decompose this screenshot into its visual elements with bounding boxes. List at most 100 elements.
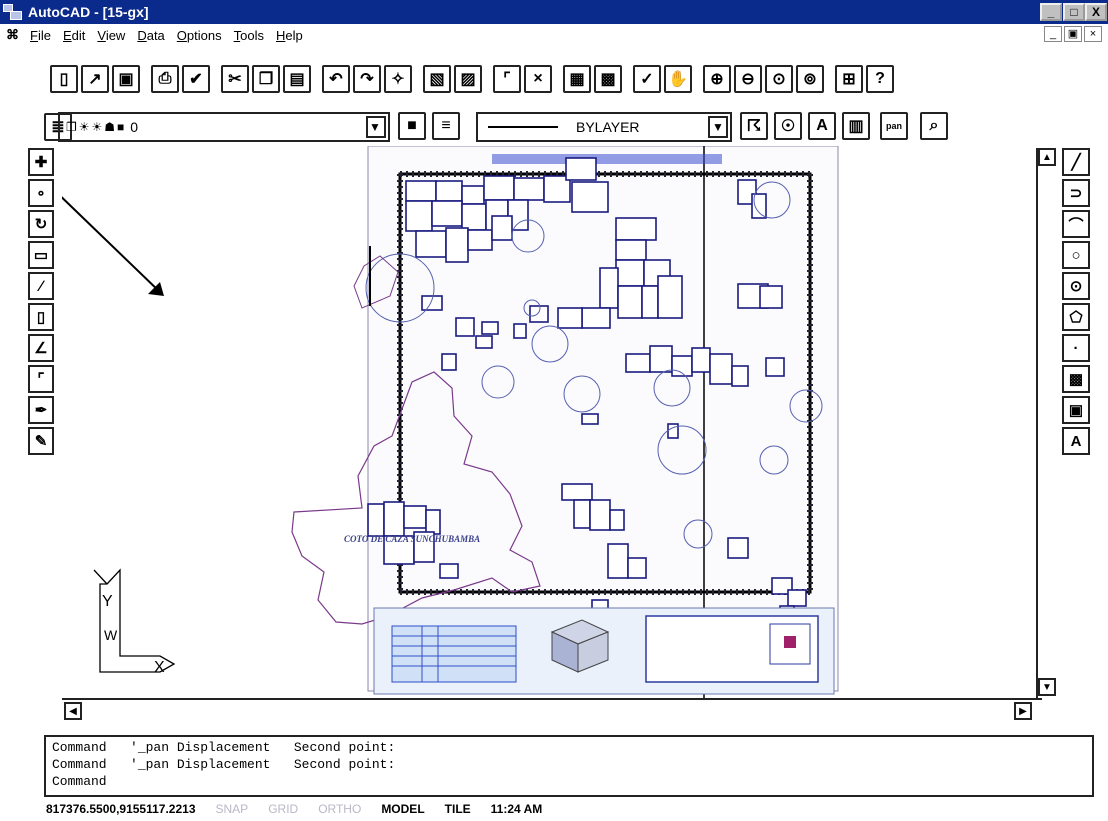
point-icon[interactable]: · [1062, 334, 1090, 362]
ortho-toggle[interactable]: ORTHO [318, 802, 361, 820]
scroll-right-icon[interactable]: ▶ [1014, 702, 1032, 720]
polygon-icon[interactable]: ⬠ [1062, 303, 1090, 331]
chevron-down-icon[interactable]: ▼ [708, 116, 728, 138]
properties-icon[interactable]: ✓ [633, 65, 661, 93]
cut-icon[interactable]: ✂ [221, 65, 249, 93]
scroll-down-icon[interactable]: ▼ [1038, 678, 1056, 696]
save-icon[interactable]: ▣ [112, 65, 140, 93]
index-map-highlight [784, 636, 796, 648]
chamfer-icon[interactable]: ∠ [28, 334, 54, 362]
annotation-arrow-line [49, 185, 163, 295]
menu-options[interactable]: Options [177, 28, 222, 43]
arc-icon[interactable]: ⌒ [1062, 210, 1090, 238]
copy-icon[interactable]: ❐ [252, 65, 280, 93]
linetype-name: BYLAYER [576, 119, 640, 135]
list-icon[interactable]: ▥ [842, 112, 870, 140]
cursor-coordinates: 817376.5500,9155117.2213 [46, 802, 196, 816]
legend-table [391, 625, 517, 683]
print-icon[interactable]: ⎙ [151, 65, 179, 93]
linetype-dropdown[interactable]: BYLAYER ▼ [476, 112, 732, 142]
command-window[interactable]: Command '_pan Displacement Second point:… [44, 735, 1094, 797]
tiled-viewports-icon[interactable]: ⊞ [835, 65, 863, 93]
pan-icon[interactable]: pan [880, 112, 908, 140]
horizontal-scrollbar[interactable]: ◀ ▶ [62, 698, 1042, 720]
multiline-text-icon[interactable]: A [1062, 427, 1090, 455]
block-icon[interactable]: ▩ [594, 65, 622, 93]
model-toggle[interactable]: MODEL [381, 802, 424, 820]
layer-state-icons: ❐☀☀☗■ [66, 120, 127, 134]
copy-object-icon[interactable]: ∘ [28, 179, 54, 207]
menu-tools[interactable]: Tools [234, 28, 264, 43]
zoom-window-icon[interactable]: ⊙ [765, 65, 793, 93]
scroll-left-icon[interactable]: ◀ [64, 702, 82, 720]
point-icon[interactable]: × [524, 65, 552, 93]
menu-data[interactable]: Data [137, 28, 164, 43]
redraw-icon[interactable]: ▦ [563, 65, 591, 93]
object-snap-icon[interactable]: ✧ [384, 65, 412, 93]
match-properties-icon[interactable]: ☈ [740, 112, 768, 140]
clock: 11:24 AM [490, 802, 543, 816]
line-icon[interactable]: ╱ [1062, 148, 1090, 176]
menu-view[interactable]: View [97, 28, 125, 43]
drawing-canvas[interactable]: COTO DE CAZA SUNCHUBAMBA Y W X [49, 145, 1042, 701]
menu-edit[interactable]: Edit [63, 28, 85, 43]
open-file-icon[interactable]: ↗ [81, 65, 109, 93]
explode-icon[interactable]: ✎ [28, 427, 54, 455]
zoom-icon[interactable]: ⌕ [920, 112, 948, 140]
scroll-up-icon[interactable]: ▲ [1038, 148, 1056, 166]
fillet-icon[interactable]: ⌜ [28, 365, 54, 393]
tile-toggle[interactable]: TILE [445, 802, 471, 820]
rotate-icon[interactable]: ↻ [28, 210, 54, 238]
close-button[interactable]: X [1085, 3, 1107, 21]
command-prompt[interactable]: Command [52, 773, 1086, 790]
edit-polyline-icon[interactable]: ✒ [28, 396, 54, 424]
menu-file[interactable]: File [30, 28, 51, 43]
ucs-y-label: Y [102, 593, 113, 610]
pan-realtime-icon[interactable]: ✋ [664, 65, 692, 93]
new-file-icon[interactable]: ▯ [50, 65, 78, 93]
break-icon[interactable]: ▯ [28, 303, 54, 331]
spelling-icon[interactable]: ✔ [182, 65, 210, 93]
linetype-icon[interactable]: ≡ [432, 112, 460, 140]
document-icon[interactable]: ⌘ [6, 27, 30, 43]
circle-icon[interactable]: ○ [1062, 241, 1090, 269]
drawing-svg: COTO DE CAZA SUNCHUBAMBA Y W X [49, 145, 839, 698]
menu-help[interactable]: Help [276, 28, 303, 43]
undo-icon[interactable]: ↶ [322, 65, 350, 93]
region-icon[interactable]: ▣ [1062, 396, 1090, 424]
stretch-icon[interactable]: ▭ [28, 241, 54, 269]
zoom-all-icon[interactable]: ⊚ [796, 65, 824, 93]
chevron-down-icon[interactable]: ▼ [366, 116, 386, 138]
hatch-icon[interactable]: ▩ [1062, 365, 1090, 393]
vertical-scrollbar[interactable]: ▲ ▼ [1036, 148, 1058, 700]
move-icon[interactable]: ✚ [28, 148, 54, 176]
draw-toolbar: ╱ ⊃ ⌒ ○ ⊙ ⬠ · ▩ ▣ A [1062, 148, 1092, 458]
maximize-button[interactable]: □ [1063, 3, 1085, 21]
paste-icon[interactable]: ▤ [283, 65, 311, 93]
text-icon[interactable]: A [808, 112, 836, 140]
polyline-icon[interactable]: ⊃ [1062, 179, 1090, 207]
layer-dropdown[interactable]: ❐☀☀☗■ 0 ▼ [58, 112, 390, 142]
reserve-label: COTO DE CAZA SUNCHUBAMBA [344, 534, 480, 544]
zoom-out-icon[interactable]: ⊖ [734, 65, 762, 93]
trim-icon[interactable]: ∕ [28, 272, 54, 300]
tracking-icon[interactable]: ▨ [454, 65, 482, 93]
zoom-in-icon[interactable]: ⊕ [703, 65, 731, 93]
distance-icon[interactable]: ⌜ [493, 65, 521, 93]
window-title: AutoCAD - [15-gx] [28, 4, 149, 20]
grid-toggle[interactable]: GRID [268, 802, 298, 820]
doc-minimize-icon[interactable]: _ [1044, 26, 1062, 42]
color-control-icon[interactable]: ■ [398, 112, 426, 140]
ellipse-icon[interactable]: ⊙ [1062, 272, 1090, 300]
ucs-w-label: W [104, 627, 118, 643]
aerial-view-icon[interactable]: ▧ [423, 65, 451, 93]
help-icon[interactable]: ? [866, 65, 894, 93]
snap-toggle[interactable]: SNAP [216, 802, 249, 820]
redo-icon[interactable]: ↷ [353, 65, 381, 93]
minimize-button[interactable]: _ [1040, 3, 1062, 21]
doc-restore-icon[interactable]: ▣ [1064, 26, 1082, 42]
map-header-band [492, 154, 722, 164]
properties-edit-icon[interactable]: ☉ [774, 112, 802, 140]
doc-close-icon[interactable]: × [1084, 26, 1102, 42]
autocad-app-icon[interactable] [2, 2, 24, 22]
